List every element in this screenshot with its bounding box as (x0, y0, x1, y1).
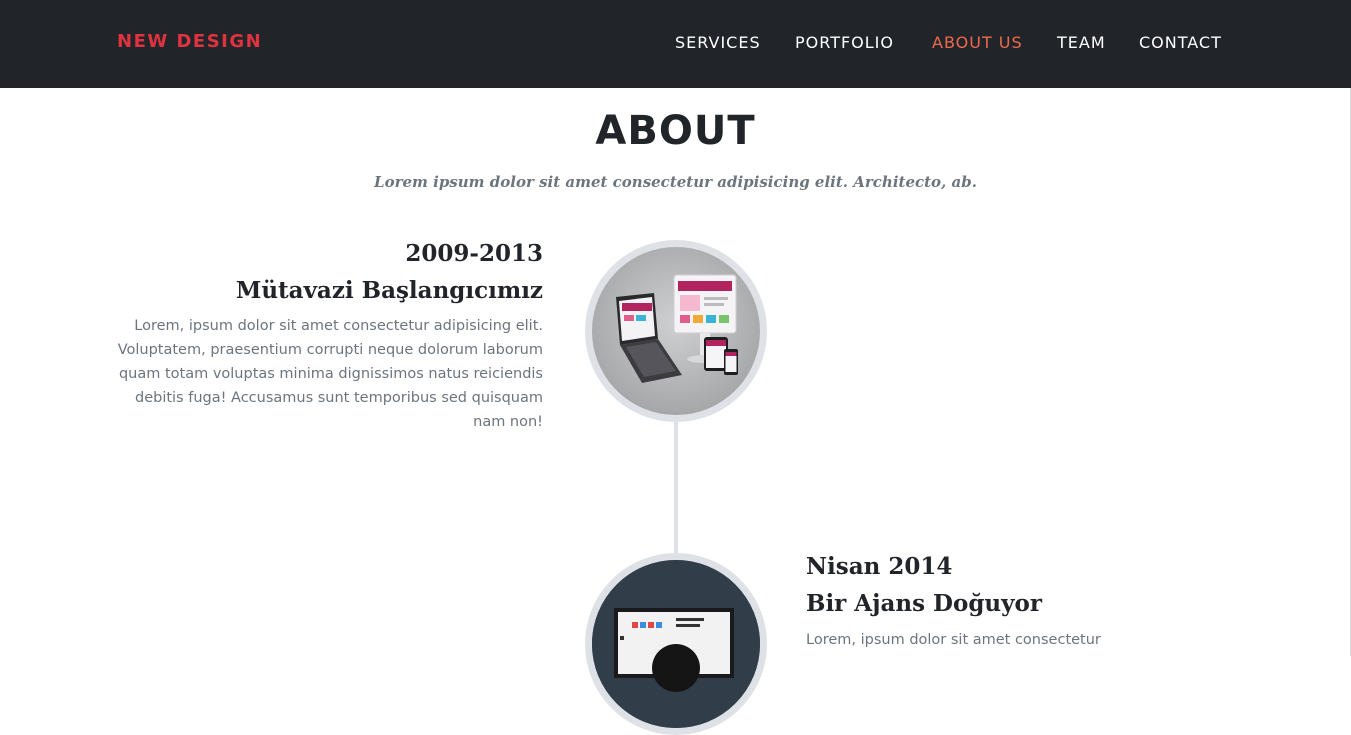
brand-logo[interactable]: NEW DESIGN (117, 31, 262, 52)
workstation-photo-image (585, 553, 767, 735)
nav-link-about-us[interactable]: ABOUT US (932, 33, 1023, 52)
nav-link-services[interactable]: SERVICES (675, 33, 761, 52)
timeline-date: 2009-2013 (405, 240, 543, 267)
nav-link-portfolio[interactable]: PORTFOLIO (795, 33, 894, 52)
navbar: NEW DESIGN SERVICES PORTFOLIO ABOUT US T… (0, 0, 1351, 88)
timeline-body: Lorem, ipsum dolor sit amet consectetur (806, 632, 1101, 648)
section-title: ABOUT (595, 108, 756, 154)
section-subtitle: Lorem ipsum dolor sit amet consectetur a… (374, 173, 977, 191)
timeline-body: Lorem, ipsum dolor sit amet consectetur … (117, 318, 543, 430)
timeline-title: Mütavazi Başlangıcımız (235, 277, 543, 304)
timeline-connector (674, 418, 678, 558)
devices-mockup-image (585, 240, 767, 422)
nav-link-contact[interactable]: CONTACT (1139, 33, 1222, 52)
nav-link-team[interactable]: TEAM (1057, 33, 1106, 52)
timeline-title: Bir Ajans Doğuyor (806, 590, 1042, 617)
timeline-date: Nisan 2014 (806, 553, 953, 580)
